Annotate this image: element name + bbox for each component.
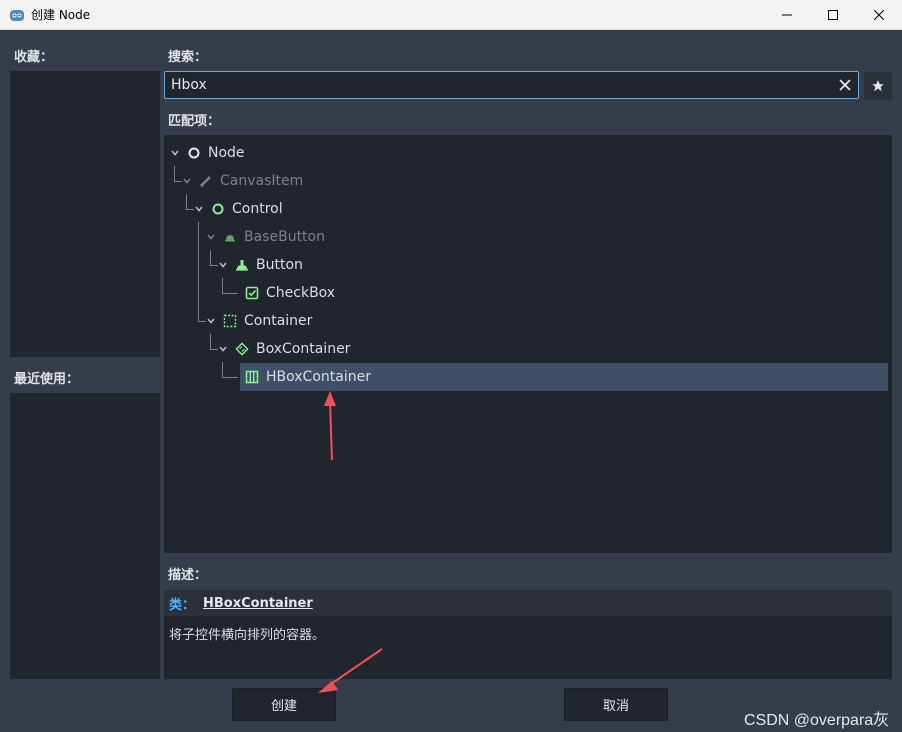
button-icon	[234, 257, 250, 273]
chevron-down-icon[interactable]	[204, 314, 218, 328]
title-bar: 创建 Node	[0, 0, 902, 30]
box-container-icon	[234, 341, 250, 357]
search-input[interactable]	[165, 72, 832, 98]
minimize-button[interactable]	[764, 0, 810, 30]
description-label: 描述：	[168, 568, 208, 583]
maximize-button[interactable]	[810, 0, 856, 30]
close-window-button[interactable]	[856, 0, 902, 30]
tree-item-checkbox[interactable]: CheckBox	[244, 279, 335, 307]
star-icon	[872, 80, 884, 92]
favorite-button[interactable]	[864, 72, 892, 100]
tree-item-label: Button	[256, 257, 303, 273]
clear-search-button[interactable]	[832, 72, 858, 98]
tree-item-label: HBoxContainer	[266, 369, 371, 385]
class-name-link[interactable]: HBoxContainer	[203, 596, 313, 611]
tree-item-label: BaseButton	[244, 229, 325, 245]
close-icon	[839, 79, 851, 91]
node-circle-icon	[186, 145, 202, 161]
chevron-down-icon[interactable]	[204, 230, 218, 244]
tree-item-boxcontainer[interactable]: BoxContainer	[216, 335, 350, 363]
tree-item-basebutton[interactable]: BaseButton	[204, 223, 325, 251]
tree-item-node[interactable]: Node	[168, 139, 245, 167]
description-text: 将子控件横向排列的容器。	[164, 616, 892, 679]
chevron-down-icon[interactable]	[216, 342, 230, 356]
maximize-icon	[828, 10, 838, 20]
cancel-button[interactable]: 取消	[564, 688, 668, 721]
brush-icon	[198, 173, 214, 189]
class-key: 类：	[169, 597, 196, 613]
tree-item-label: BoxContainer	[256, 341, 351, 357]
minimize-icon	[782, 14, 792, 16]
chevron-down-icon[interactable]	[216, 258, 230, 272]
tree-item-canvasitem[interactable]: CanvasItem	[180, 167, 303, 195]
description-header: 类： HBoxContainer	[164, 590, 892, 616]
favorites-label: 收藏：	[14, 50, 54, 65]
checkbox-icon	[244, 285, 260, 301]
container-icon	[222, 313, 238, 329]
tree-item-container[interactable]: Container	[204, 307, 312, 335]
matches-label: 匹配项：	[168, 114, 221, 129]
chevron-down-icon[interactable]	[168, 146, 182, 160]
search-label: 搜索：	[168, 50, 208, 65]
tree-item-label: CanvasItem	[220, 173, 304, 189]
tree-item-label: Node	[208, 145, 245, 161]
tree-item-label: Container	[244, 313, 313, 329]
godot-logo-icon	[10, 9, 24, 21]
control-circle-icon	[210, 201, 226, 217]
watermark: CSDN @overpara灰	[744, 712, 890, 729]
hbox-container-icon	[244, 369, 260, 385]
window-controls	[764, 0, 902, 30]
recent-label: 最近使用：	[14, 372, 80, 387]
chevron-down-icon[interactable]	[192, 202, 206, 216]
create-button[interactable]: 创建	[232, 688, 336, 721]
tree-item-label: Control	[232, 201, 283, 217]
search-field[interactable]	[164, 71, 859, 99]
tree-item-label: CheckBox	[266, 285, 336, 301]
window-title: 创建 Node	[31, 8, 91, 22]
tree-item-hboxcontainer[interactable]: HBoxContainer	[240, 363, 888, 391]
base-button-icon	[222, 229, 238, 245]
tree-item-button[interactable]: Button	[216, 251, 303, 279]
recent-list[interactable]	[10, 393, 160, 679]
favorites-list[interactable]	[10, 71, 160, 357]
chevron-down-icon[interactable]	[180, 174, 194, 188]
tree-item-control[interactable]: Control	[192, 195, 283, 223]
close-icon	[874, 10, 884, 20]
